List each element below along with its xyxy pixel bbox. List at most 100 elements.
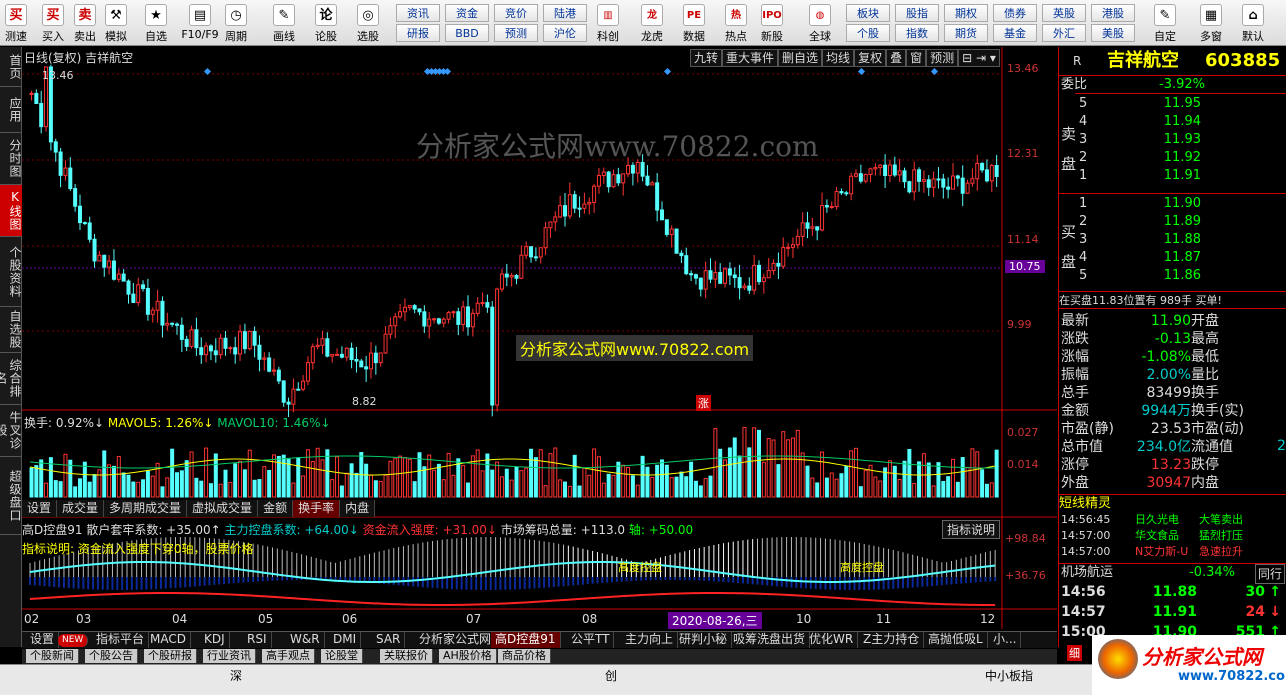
info-tab[interactable]: 论股堂: [321, 649, 363, 663]
chart-tool-button[interactable]: 删自选: [778, 49, 823, 67]
indicator-tab[interactable]: KDJ: [200, 632, 230, 648]
toolbar-mid-button[interactable]: PE 数据: [678, 2, 710, 44]
indicator-tab[interactable]: 公平TT: [567, 632, 615, 648]
indicator-tab[interactable]: RSI: [243, 632, 272, 648]
left-tab[interactable]: 首页: [0, 47, 22, 87]
indicator-tab[interactable]: 主力向上: [621, 632, 679, 648]
toolbar-right-button[interactable]: ▦ 多窗: [1192, 2, 1230, 44]
indicator-tab[interactable]: DMI: [329, 632, 362, 648]
info-button[interactable]: 资金: [445, 4, 489, 22]
buy-row[interactable]: 3 11.88: [1059, 231, 1286, 249]
market-button[interactable]: 美股: [1091, 24, 1135, 42]
info-tab[interactable]: 个股新闻: [26, 649, 79, 663]
info-tab[interactable]: 个股研报: [144, 649, 197, 663]
toolbar-button[interactable]: ⚒ 模拟: [100, 2, 132, 44]
chart-tool-button[interactable]: 均线: [822, 49, 855, 67]
market-button[interactable]: 港股: [1091, 4, 1135, 22]
sell-row[interactable]: 2 11.92: [1059, 149, 1286, 167]
vol-tab[interactable]: 虚拟成交量: [187, 500, 259, 517]
peer-button[interactable]: 同行: [1254, 564, 1285, 584]
left-tab[interactable]: 牛叉诊股: [0, 405, 22, 457]
toolbar-right-button[interactable]: ⌂ 默认: [1234, 2, 1272, 44]
toolbar-mid-button[interactable]: IPO 新股: [756, 2, 788, 44]
market-button[interactable]: 基金: [993, 24, 1037, 42]
vol-tab[interactable]: 成交量: [57, 500, 105, 517]
left-tab[interactable]: 超级盘口: [0, 457, 22, 535]
market-button[interactable]: 板块: [846, 4, 890, 22]
toolbar-mid-button[interactable]: ◍ 全球: [804, 2, 836, 44]
status-cy[interactable]: 创: [605, 667, 617, 684]
short-item[interactable]: 14:57:00 华文食品 猛烈打压: [1059, 528, 1286, 544]
market-button[interactable]: 指数: [895, 24, 939, 42]
buy-row[interactable]: 4 11.87: [1059, 249, 1286, 267]
toolbar-button[interactable]: 卖卖出: [69, 2, 101, 44]
vol-tab[interactable]: 换手率: [293, 500, 341, 517]
toolbar-button[interactable]: ▤ F10/F9: [180, 2, 220, 44]
chart-tool-button[interactable]: 九转: [690, 49, 723, 67]
left-tab[interactable]: 个股资料: [0, 237, 22, 307]
indicator-tab[interactable]: SAR: [372, 632, 406, 648]
left-tab[interactable]: 分时图: [0, 133, 22, 185]
vol-tab[interactable]: 多周期成交量: [104, 500, 188, 517]
indicator-tab[interactable]: 优化WR: [805, 632, 859, 648]
indicator-tab[interactable]: 吸筹洗盘出货: [729, 632, 811, 648]
indicator-tab[interactable]: 高抛低吸L: [924, 632, 988, 648]
indicator-tab[interactable]: 设置: [26, 632, 60, 648]
market-button[interactable]: 外汇: [1042, 24, 1086, 42]
sell-row[interactable]: 3 11.93: [1059, 131, 1286, 149]
toolbar-button[interactable]: 买买入: [37, 2, 69, 44]
buy-row[interactable]: 5 11.86: [1059, 267, 1286, 285]
toolbar-button[interactable]: ◷ 周期: [220, 2, 252, 44]
info-tab[interactable]: 关联报价: [380, 649, 433, 663]
buy-row[interactable]: 1 11.90: [1059, 195, 1286, 213]
toolbar-button[interactable]: 买测速: [0, 2, 32, 44]
vol-tab[interactable]: 内盘: [340, 500, 376, 517]
status-zxb[interactable]: 中小板指: [985, 667, 1033, 684]
indicator-tab[interactable]: 高D控盘91: [491, 632, 561, 648]
status-sz[interactable]: 深: [230, 667, 242, 684]
indicator-tab[interactable]: MACD: [146, 632, 191, 648]
sell-row[interactable]: 5 11.95: [1059, 95, 1286, 113]
vol-tab[interactable]: 设置: [22, 500, 58, 517]
toolbar-mid-button[interactable]: 龙龙虎: [636, 2, 668, 44]
info-tab[interactable]: 行业资讯: [203, 649, 256, 663]
info-button[interactable]: 沪伦: [543, 24, 587, 42]
market-button[interactable]: 期货: [944, 24, 988, 42]
toolbar-button[interactable]: ◎ 选股: [352, 2, 384, 44]
info-tab[interactable]: 高手观点: [262, 649, 315, 663]
left-tab[interactable]: 自选股: [0, 307, 22, 353]
left-tab[interactable]: K线图: [0, 185, 22, 237]
info-button[interactable]: 资讯: [396, 4, 440, 22]
short-item[interactable]: 14:57:00 N艾力斯-U 急速拉升: [1059, 544, 1286, 560]
left-tab[interactable]: 综合排名: [0, 353, 22, 405]
short-item[interactable]: 14:56:45 日久光电 大笔卖出: [1059, 512, 1286, 528]
indicator-tab[interactable]: W&R: [286, 632, 325, 648]
market-button[interactable]: 股指: [895, 4, 939, 22]
chart-tool-button[interactable]: 叠: [886, 49, 907, 67]
market-button[interactable]: 个股: [846, 24, 890, 42]
info-button[interactable]: 预测: [494, 24, 538, 42]
kline-chart-area[interactable]: 日线(复权) 吉祥航空 九转 重大事件 删自选 均线 复权叠窗预测 ⊟ ⇥ ▾ 分析家公式…: [22, 47, 1057, 629]
detail-button[interactable]: 细: [1067, 645, 1082, 661]
sell-row[interactable]: 4 11.94: [1059, 113, 1286, 131]
info-tab[interactable]: 商品价格: [498, 649, 551, 663]
indicator-tab[interactable]: 指标平台: [92, 632, 150, 648]
indicator-tab[interactable]: 小...: [989, 632, 1022, 648]
indicator-tab[interactable]: 研判小秘: [675, 632, 733, 648]
vol-tab[interactable]: 金额: [258, 500, 294, 517]
toolbar-button[interactable]: ✎ 画线: [268, 2, 300, 44]
chart-tool-more-icon[interactable]: ⊟ ⇥ ▾: [958, 49, 1000, 67]
chart-tool-button[interactable]: 预测: [926, 49, 959, 67]
indicator-tab[interactable]: NEW: [58, 634, 89, 647]
chart-tool-button[interactable]: 窗: [906, 49, 927, 67]
market-button[interactable]: 英股: [1042, 4, 1086, 22]
toolbar-button[interactable]: 论论股: [310, 2, 342, 44]
indicator-tab[interactable]: Z主力持仓: [859, 632, 925, 648]
info-tab[interactable]: AH股价格: [439, 649, 497, 663]
indicator-help-button[interactable]: 指标说明: [942, 520, 1001, 539]
toolbar-button[interactable]: ★ 自选: [140, 2, 172, 44]
sell-row[interactable]: 1 11.91: [1059, 167, 1286, 185]
toolbar-mid-button[interactable]: 热热点: [720, 2, 752, 44]
buy-row[interactable]: 2 11.89: [1059, 213, 1286, 231]
market-button[interactable]: 期权: [944, 4, 988, 22]
